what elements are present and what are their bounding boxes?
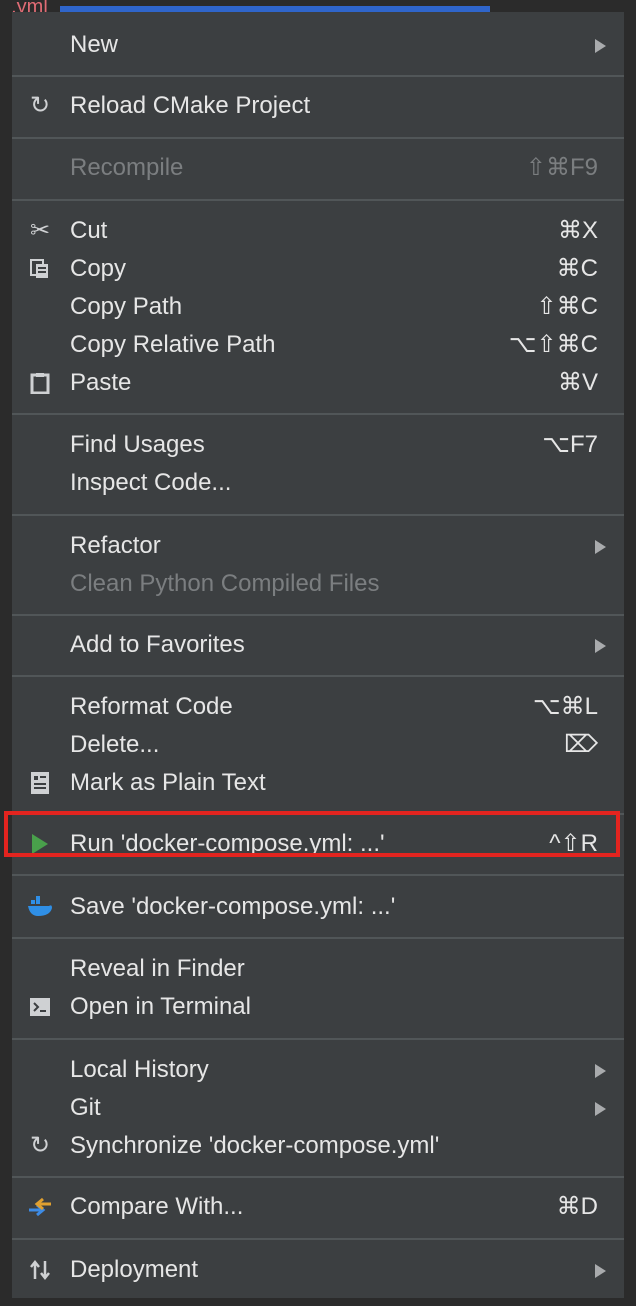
menu-item-shortcut: ⇧⌘C (536, 293, 598, 320)
menu-item-save-docker-compose[interactable]: Save 'docker-compose.yml: ...' (12, 888, 624, 926)
menu-separator (12, 199, 624, 201)
reload-icon: ↻ (29, 1132, 51, 1159)
menu-item-label: Recompile (70, 154, 184, 181)
menu-item-delete[interactable]: Delete... ⌦ (12, 726, 624, 764)
menu-item-label: Clean Python Compiled Files (70, 570, 380, 597)
submenu-arrow-icon (595, 39, 606, 53)
background-bottom-strip (0, 1298, 636, 1306)
menu-item-label: Copy Path (70, 293, 183, 320)
deployment-icon (26, 1251, 54, 1289)
menu-separator (12, 675, 624, 677)
menu-item-label: Compare With... (70, 1193, 244, 1220)
submenu-arrow-icon (595, 639, 606, 653)
menu-item-git[interactable]: Git (12, 1089, 624, 1127)
menu-item-new[interactable]: New (12, 26, 624, 64)
menu-item-copy-path[interactable]: Copy Path ⇧⌘C (12, 288, 624, 326)
menu-separator (12, 413, 624, 415)
submenu-arrow-icon (595, 1264, 606, 1278)
context-menu: New ↻ Reload CMake Project Recompile ⇧⌘F… (12, 12, 624, 1298)
submenu-arrow-icon (595, 540, 606, 554)
menu-item-cut[interactable]: ✂ Cut ⌘X (12, 212, 624, 250)
menu-item-copy[interactable]: Copy ⌘C (12, 250, 624, 288)
menu-item-compare-with[interactable]: Compare With... ⌘D (12, 1188, 624, 1226)
menu-separator (12, 937, 624, 939)
menu-item-paste[interactable]: Paste ⌘V (12, 364, 624, 402)
menu-item-shortcut: ⌘C (556, 255, 598, 282)
menu-separator (12, 1038, 624, 1040)
menu-separator (12, 1238, 624, 1240)
menu-item-label: Cut (70, 217, 108, 244)
menu-item-label: Add to Favorites (70, 631, 245, 658)
menu-item-synchronize[interactable]: ↻ Synchronize 'docker-compose.yml' (12, 1127, 624, 1165)
menu-item-reveal-in-finder[interactable]: Reveal in Finder (12, 950, 624, 988)
menu-item-shortcut: ⌥⇧⌘C (508, 331, 598, 358)
menu-separator (12, 514, 624, 516)
menu-item-label: Delete... (70, 731, 160, 758)
terminal-icon (26, 988, 54, 1026)
compare-icon (26, 1188, 54, 1226)
menu-item-shortcut: ⌘X (557, 217, 598, 244)
submenu-arrow-icon (595, 1102, 606, 1116)
reload-icon: ↻ (29, 92, 51, 119)
submenu-arrow-icon (595, 1064, 606, 1078)
menu-item-shortcut: ⌘V (557, 369, 598, 396)
menu-item-label: Refactor (70, 532, 161, 559)
menu-item-reload-cmake-project[interactable]: ↻ Reload CMake Project (12, 87, 624, 125)
menu-item-local-history[interactable]: Local History (12, 1051, 624, 1089)
menu-separator (12, 75, 624, 77)
menu-item-find-usages[interactable]: Find Usages ⌥F7 (12, 426, 624, 464)
menu-item-reformat-code[interactable]: Reformat Code ⌥⌘L (12, 688, 624, 726)
menu-item-label: Mark as Plain Text (70, 769, 266, 796)
menu-item-shortcut: ⌘D (556, 1193, 598, 1220)
menu-item-add-to-favorites[interactable]: Add to Favorites (12, 626, 624, 664)
menu-item-label: Reformat Code (70, 693, 233, 720)
menu-item-label: Reload CMake Project (70, 92, 311, 119)
menu-item-deployment[interactable]: Deployment (12, 1251, 624, 1289)
background-left-strip (0, 0, 12, 1306)
scissors-icon: ✂ (29, 217, 51, 244)
menu-item-label: Find Usages (70, 431, 205, 458)
menu-separator (12, 874, 624, 876)
menu-separator (12, 137, 624, 139)
menu-item-label: Copy (70, 255, 127, 282)
menu-item-shortcut: ⇧⌘F9 (525, 154, 598, 181)
menu-item-label: Open in Terminal (70, 993, 251, 1020)
menu-item-recompile[interactable]: Recompile ⇧⌘F9 (12, 149, 624, 187)
menu-separator (12, 614, 624, 616)
menu-separator (12, 1176, 624, 1178)
menu-item-shortcut: ⌥F7 (542, 431, 598, 458)
menu-item-label: Save 'docker-compose.yml: ...' (70, 893, 396, 920)
menu-item-label: Inspect Code... (70, 469, 232, 496)
menu-item-clean-python-compiled-files[interactable]: Clean Python Compiled Files (12, 565, 624, 603)
menu-item-copy-relative-path[interactable]: Copy Relative Path ⌥⇧⌘C (12, 326, 624, 364)
menu-item-open-in-terminal[interactable]: Open in Terminal (12, 988, 624, 1026)
copy-icon (26, 250, 54, 288)
menu-item-inspect-code[interactable]: Inspect Code... (12, 464, 624, 502)
menu-item-label: New (70, 31, 119, 58)
menu-item-label: Deployment (70, 1256, 199, 1283)
menu-item-shortcut: ⌥⌘L (532, 693, 598, 720)
background-right-strip (624, 0, 636, 1306)
docker-icon (26, 888, 54, 926)
clipboard-icon (26, 364, 54, 402)
text-file-icon (26, 764, 54, 802)
menu-item-shortcut: ⌦ (564, 731, 598, 758)
menu-item-mark-as-plain-text[interactable]: Mark as Plain Text (12, 764, 624, 802)
menu-item-refactor[interactable]: Refactor (12, 527, 624, 565)
highlight-box (4, 811, 620, 857)
menu-item-label: Git (70, 1094, 101, 1121)
menu-item-label: Reveal in Finder (70, 955, 245, 982)
menu-item-label: Local History (70, 1056, 209, 1083)
menu-item-label: Copy Relative Path (70, 331, 276, 358)
menu-item-label: Synchronize 'docker-compose.yml' (70, 1132, 440, 1159)
menu-item-label: Paste (70, 369, 132, 396)
